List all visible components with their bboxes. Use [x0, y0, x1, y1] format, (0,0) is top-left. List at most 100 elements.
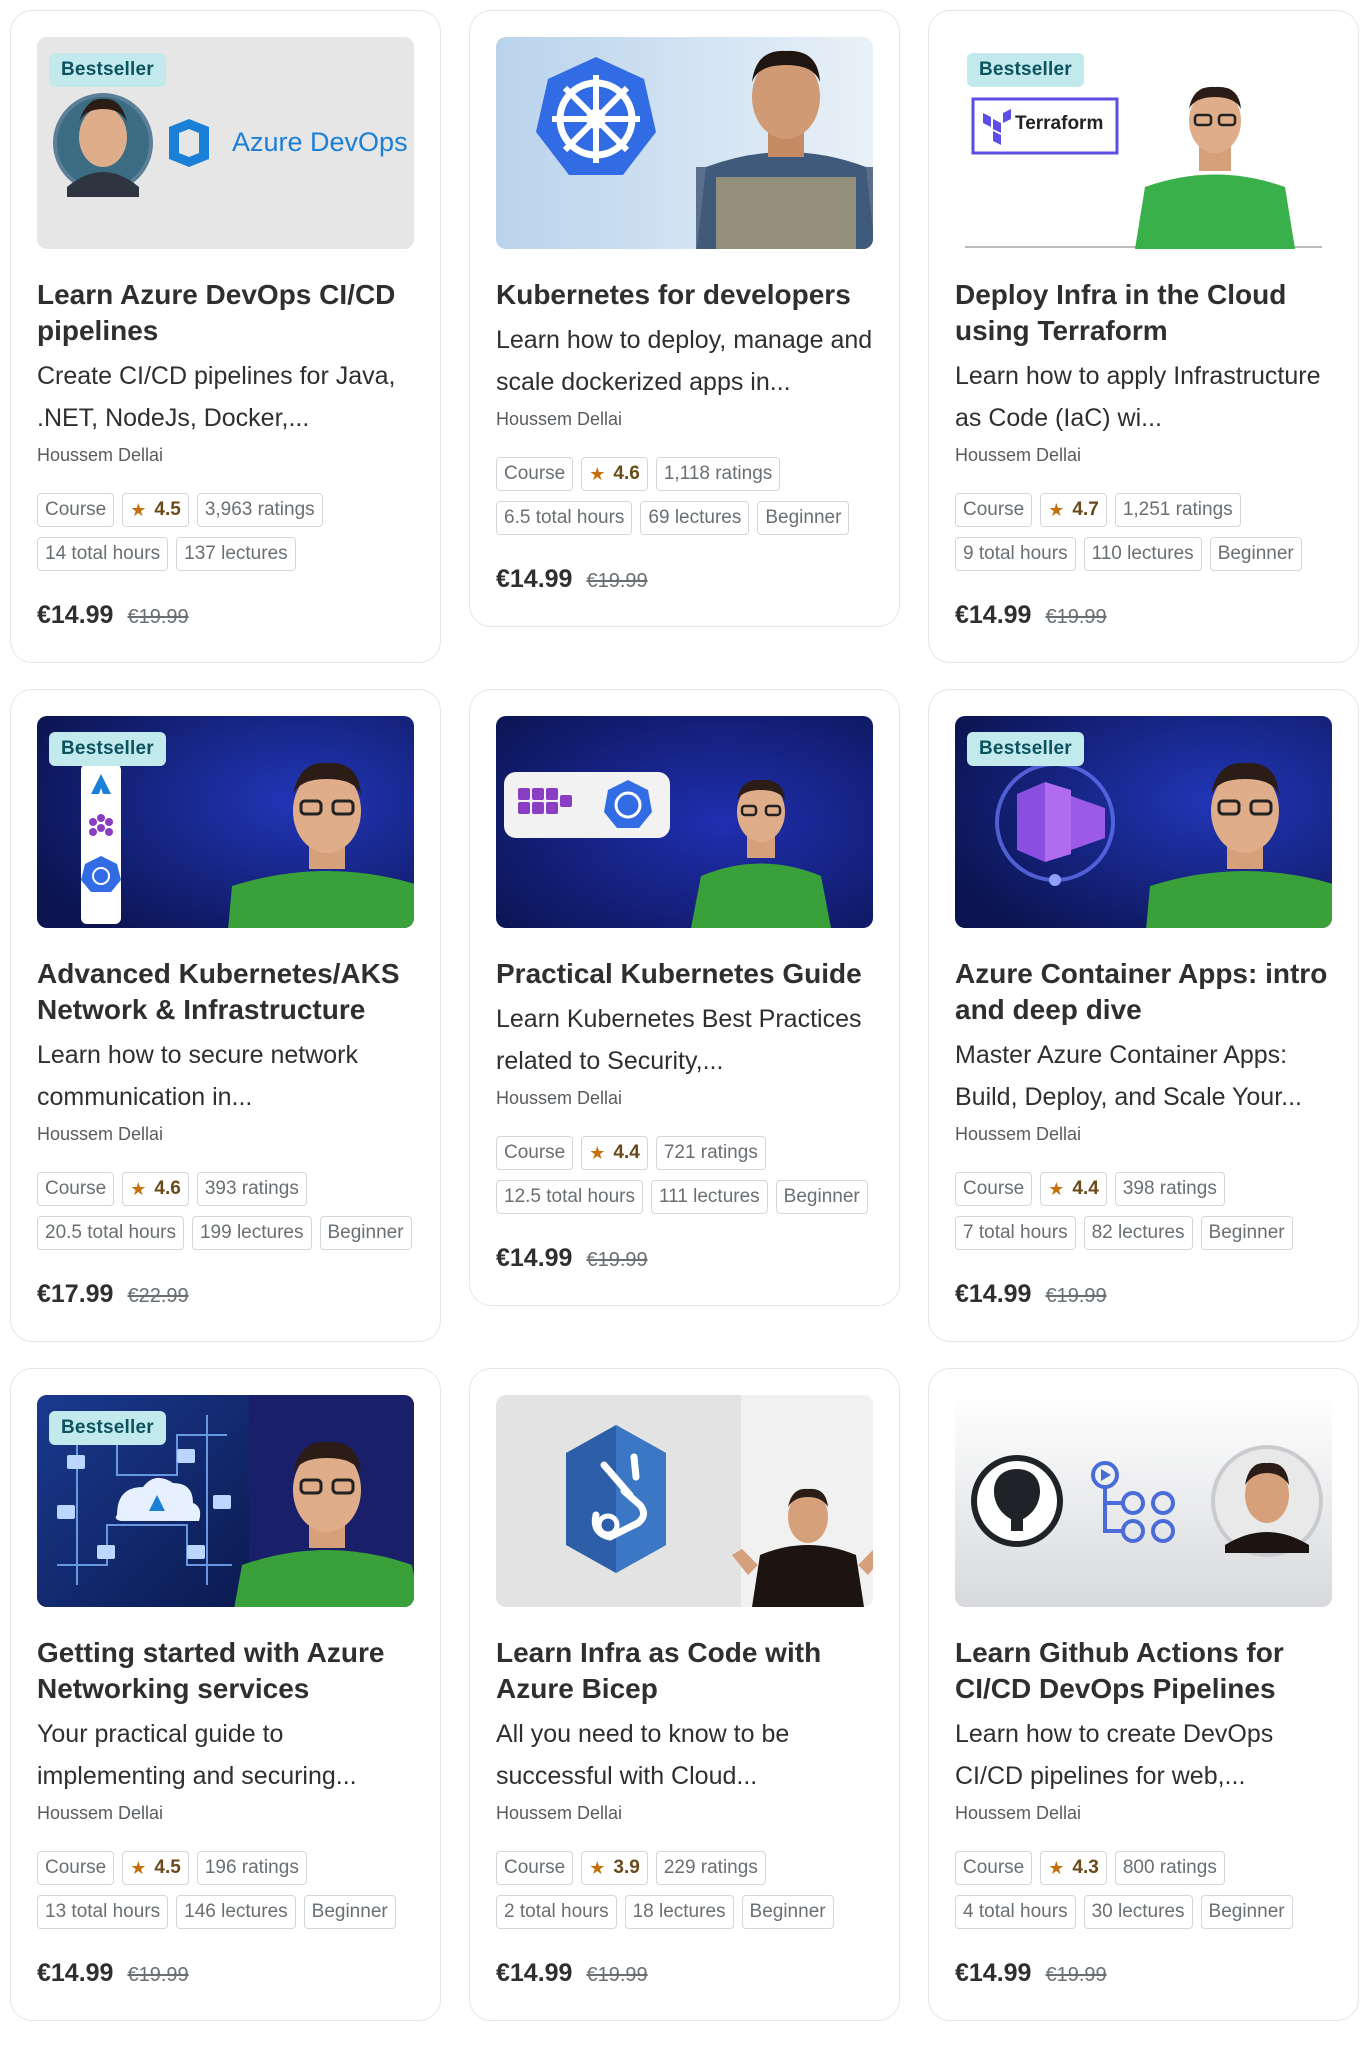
rating-value: 4.6: [613, 463, 640, 484]
star-icon: ★: [1048, 1858, 1065, 1878]
course-subtitle: Learn how to secure network communicatio…: [37, 1041, 359, 1111]
original-price: €22.99: [127, 1285, 189, 1307]
course-tags: Course ★ 4.6 393 ratings 20.5 total hours…: [37, 1172, 414, 1250]
course-title[interactable]: Azure Container Apps: intro and deep div…: [955, 956, 1332, 1028]
course-thumbnail[interactable]: [955, 1395, 1332, 1607]
level-tag: Beginner: [1200, 1895, 1293, 1929]
original-price: €19.99: [1045, 1964, 1107, 1986]
ratings-count-tag: 3,963 ratings: [196, 493, 323, 527]
course-tags: Course ★ 3.9 229 ratings 2 total hours 18…: [496, 1851, 873, 1929]
course-subtitle: Learn how to deploy, manage and scale do…: [496, 326, 873, 396]
course-thumbnail[interactable]: [496, 1395, 873, 1607]
course-tags: Course ★ 4.7 1,251 ratings 9 total hours …: [955, 493, 1332, 571]
star-icon: ★: [589, 1143, 606, 1163]
course-author: Houssem Dellai: [496, 1088, 623, 1108]
lectures-tag: 30 lectures: [1083, 1895, 1193, 1929]
hours-tag: 12.5 total hours: [496, 1180, 643, 1214]
course-title[interactable]: Deploy Infra in the Cloud using Terrafor…: [955, 277, 1332, 349]
original-price: €19.99: [1045, 1285, 1107, 1307]
course-tags: Course ★ 4.4 398 ratings 7 total hours 82…: [955, 1172, 1332, 1250]
course-card[interactable]: Azure DevOps Bestseller Learn Azure DevO…: [10, 10, 441, 663]
course-thumbnail[interactable]: Bestseller: [955, 716, 1332, 928]
lectures-tag: 137 lectures: [176, 537, 296, 571]
course-title[interactable]: Kubernetes for developers: [496, 277, 873, 313]
price-row: €14.99 €19.99: [496, 565, 873, 594]
price-row: €17.99 €22.99: [37, 1280, 414, 1309]
original-price: €19.99: [586, 570, 648, 592]
course-type-tag: Course: [37, 493, 115, 527]
course-title[interactable]: Learn Infra as Code with Azure Bicep: [496, 1635, 873, 1707]
course-thumbnail[interactable]: Terraform Bestseller: [955, 37, 1332, 249]
hours-tag: 6.5 total hours: [496, 501, 633, 535]
course-author: Houssem Dellai: [37, 1124, 164, 1144]
hours-tag: 9 total hours: [955, 537, 1076, 571]
hours-tag: 4 total hours: [955, 1895, 1076, 1929]
lectures-tag: 146 lectures: [176, 1895, 296, 1929]
current-price: €14.99: [37, 601, 114, 629]
course-type-tag: Course: [955, 1851, 1033, 1885]
rating-value: 4.4: [613, 1142, 640, 1163]
bestseller-badge: Bestseller: [49, 1411, 166, 1445]
course-subtitle: Master Azure Container Apps: Build, Depl…: [955, 1041, 1302, 1111]
hours-tag: 13 total hours: [37, 1895, 169, 1929]
lectures-tag: 111 lectures: [650, 1180, 768, 1214]
ratings-count-tag: 196 ratings: [196, 1851, 307, 1885]
lectures-tag: 82 lectures: [1083, 1216, 1193, 1250]
course-author: Houssem Dellai: [496, 409, 623, 429]
lectures-tag: 69 lectures: [640, 501, 750, 535]
price-row: €14.99 €19.99: [496, 1244, 873, 1273]
ratings-count-tag: 800 ratings: [1114, 1851, 1225, 1885]
course-thumbnail[interactable]: Azure DevOps Bestseller: [37, 37, 414, 249]
course-subtitle: All you need to know to be successful wi…: [496, 1720, 790, 1790]
course-card[interactable]: Practical Kubernetes Guide Learn Kuberne…: [469, 689, 900, 1306]
course-subtitle: Your practical guide to implementing and…: [37, 1720, 357, 1790]
course-tags: Course ★ 4.5 3,963 ratings 14 total hours…: [37, 493, 414, 571]
course-title[interactable]: Advanced Kubernetes/AKS Network & Infras…: [37, 956, 414, 1028]
rating-value: 3.9: [613, 1857, 640, 1878]
level-tag: Beginner: [303, 1895, 396, 1929]
course-type-tag: Course: [496, 1851, 574, 1885]
course-card[interactable]: Learn Github Actions for CI/CD DevOps Pi…: [928, 1368, 1359, 2021]
course-title[interactable]: Learn Github Actions for CI/CD DevOps Pi…: [955, 1635, 1332, 1707]
course-type-tag: Course: [496, 1136, 574, 1170]
current-price: €14.99: [37, 1959, 114, 1987]
current-price: €14.99: [955, 1280, 1032, 1308]
course-author: Houssem Dellai: [955, 445, 1082, 465]
course-title[interactable]: Getting started with Azure Networking se…: [37, 1635, 414, 1707]
course-thumbnail[interactable]: [496, 716, 873, 928]
course-card[interactable]: Bestseller Azure Container Apps: intro a…: [928, 689, 1359, 1342]
course-author: Houssem Dellai: [955, 1803, 1082, 1823]
course-tags: Course ★ 4.6 1,118 ratings 6.5 total hour…: [496, 457, 873, 535]
bestseller-badge: Bestseller: [967, 53, 1084, 87]
bestseller-badge: Bestseller: [49, 732, 166, 766]
course-card[interactable]: Learn Infra as Code with Azure Bicep All…: [469, 1368, 900, 2021]
original-price: €19.99: [1045, 606, 1107, 628]
course-author: Houssem Dellai: [496, 1803, 623, 1823]
rating-tag: ★ 4.3: [1040, 1851, 1107, 1885]
course-thumbnail[interactable]: [496, 37, 873, 249]
course-thumbnail[interactable]: Bestseller: [37, 1395, 414, 1607]
hours-tag: 7 total hours: [955, 1216, 1076, 1250]
rating-value: 4.6: [154, 1178, 181, 1199]
course-author: Houssem Dellai: [955, 1124, 1082, 1144]
course-thumbnail[interactable]: Bestseller: [37, 716, 414, 928]
lectures-tag: 199 lectures: [191, 1216, 312, 1250]
rating-tag: ★ 4.5: [122, 493, 189, 527]
rating-value: 4.4: [1072, 1178, 1099, 1199]
course-type-tag: Course: [37, 1172, 115, 1206]
course-tags: Course ★ 4.3 800 ratings 4 total hours 30…: [955, 1851, 1332, 1929]
course-card[interactable]: Kubernetes for developers Learn how to d…: [469, 10, 900, 627]
course-card[interactable]: Bestseller Getting started with Azure Ne…: [10, 1368, 441, 2021]
course-card[interactable]: Bestseller Advanced Kubernetes/AKS Netwo…: [10, 689, 441, 1342]
course-title[interactable]: Practical Kubernetes Guide: [496, 956, 873, 992]
level-tag: Beginner: [1209, 537, 1302, 571]
level-tag: Beginner: [1200, 1216, 1293, 1250]
original-price: €19.99: [586, 1964, 648, 1986]
rating-tag: ★ 4.4: [581, 1136, 648, 1170]
course-card[interactable]: Terraform Bestseller Deploy Infra in the…: [928, 10, 1359, 663]
course-title[interactable]: Learn Azure DevOps CI/CD pipelines: [37, 277, 414, 349]
course-tags: Course ★ 4.4 721 ratings 12.5 total hours…: [496, 1136, 873, 1214]
course-type-tag: Course: [496, 457, 574, 491]
original-price: €19.99: [586, 1249, 648, 1271]
course-author: Houssem Dellai: [37, 445, 164, 465]
